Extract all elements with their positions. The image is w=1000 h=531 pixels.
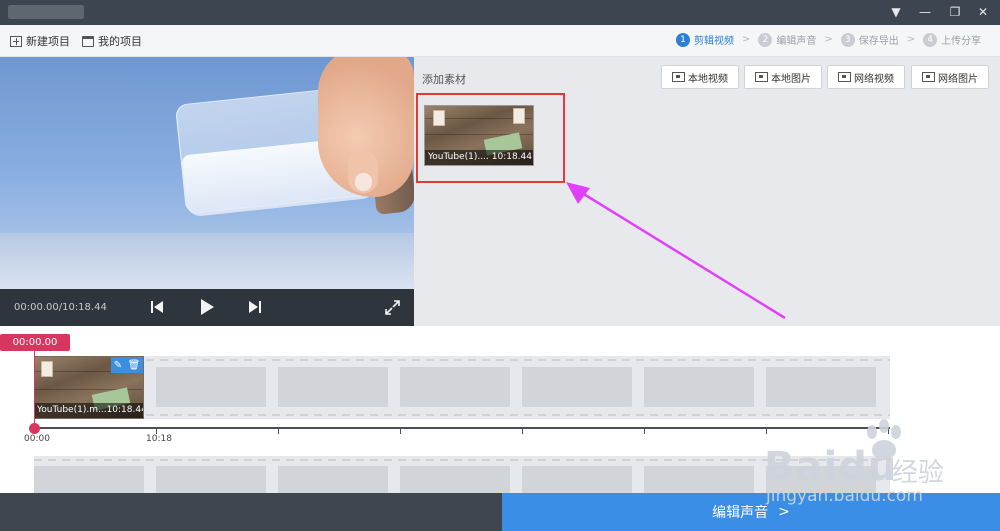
- my-projects-button[interactable]: 我的项目: [82, 33, 142, 49]
- online-image-button[interactable]: 网络图片: [911, 65, 989, 89]
- app-title-blurred: [8, 5, 84, 19]
- play-icon[interactable]: [199, 298, 215, 316]
- new-project-button[interactable]: 新建项目: [10, 33, 70, 49]
- playhead-time: 00:00.00: [12, 337, 58, 348]
- watermark-brand: Baidu: [764, 444, 898, 490]
- ruler-label-end: 10:18: [146, 434, 172, 444]
- video-preview[interactable]: [0, 57, 414, 289]
- previous-frame-icon[interactable]: [150, 300, 164, 314]
- playhead-time-pill[interactable]: 00:00.00: [0, 334, 70, 351]
- playhead-knob[interactable]: [29, 423, 40, 434]
- watermark-url: jingyan.baidu.com: [766, 486, 923, 506]
- chevron-right-icon: >: [824, 34, 833, 45]
- video-icon: [672, 72, 685, 82]
- close-button[interactable]: ✕: [972, 2, 994, 22]
- fullscreen-icon[interactable]: [385, 300, 400, 315]
- local-image-button[interactable]: 本地图片: [744, 65, 822, 89]
- trash-icon[interactable]: 🗑: [128, 360, 141, 371]
- video-track[interactable]: [34, 356, 890, 419]
- step-indicator: 1 剪辑视频 > 2 编辑声音 > 3 保存导出 > 4 上传分享: [676, 32, 981, 47]
- online-image-icon: [922, 72, 935, 82]
- menu-dropdown-button[interactable]: ▼: [885, 2, 907, 22]
- toolbar: 新建项目 我的项目 1 剪辑视频 > 2 编辑声音 > 3 保存导出 > 4 上…: [0, 25, 1000, 57]
- minimize-button[interactable]: —: [914, 2, 936, 22]
- clip-duration: 10:18.44: [106, 405, 144, 415]
- plus-icon: [10, 35, 22, 47]
- highlight-box: [416, 93, 565, 183]
- ruler-label-start: 00:00: [24, 434, 50, 444]
- player-controls: 00:00.00/10:18.44: [0, 289, 414, 326]
- chevron-right-icon: >: [742, 34, 751, 45]
- my-projects-label: 我的项目: [98, 35, 142, 48]
- clip-name: YouTube(1).m...: [37, 405, 107, 415]
- folder-icon: [82, 35, 94, 47]
- step-save-export[interactable]: 3 保存导出: [840, 32, 899, 47]
- local-video-button[interactable]: 本地视频: [661, 65, 739, 89]
- clip-tools: ✎ 🗑: [111, 357, 143, 373]
- playhead-line[interactable]: [34, 351, 35, 429]
- add-material-title: 添加素材: [422, 73, 466, 86]
- baidu-watermark: Baidu 经验 jingyan.baidu.com: [760, 418, 980, 518]
- maximize-button[interactable]: ❐: [944, 2, 966, 22]
- chevron-right-icon: >: [906, 34, 916, 45]
- step-edit-video[interactable]: 1 剪辑视频: [676, 32, 734, 47]
- image-icon: [755, 72, 768, 82]
- playback-time: 00:00.00/10:18.44: [14, 302, 107, 313]
- timeline-clip[interactable]: ✎ 🗑 YouTube(1).m... 10:18.44: [34, 356, 144, 419]
- step-upload-share[interactable]: 4 上传分享: [923, 32, 981, 47]
- new-project-label: 新建项目: [26, 35, 70, 48]
- watermark-brand-cn: 经验: [892, 458, 945, 488]
- online-video-icon: [838, 72, 851, 82]
- edit-pencil-icon[interactable]: ✎: [114, 360, 122, 371]
- annotation-arrow: [566, 182, 786, 320]
- online-video-button[interactable]: 网络视频: [827, 65, 905, 89]
- step-edit-audio[interactable]: 2 编辑声音: [758, 32, 816, 47]
- title-bar: ▼ — ❐ ✕: [0, 0, 1000, 25]
- next-frame-icon[interactable]: [248, 300, 262, 314]
